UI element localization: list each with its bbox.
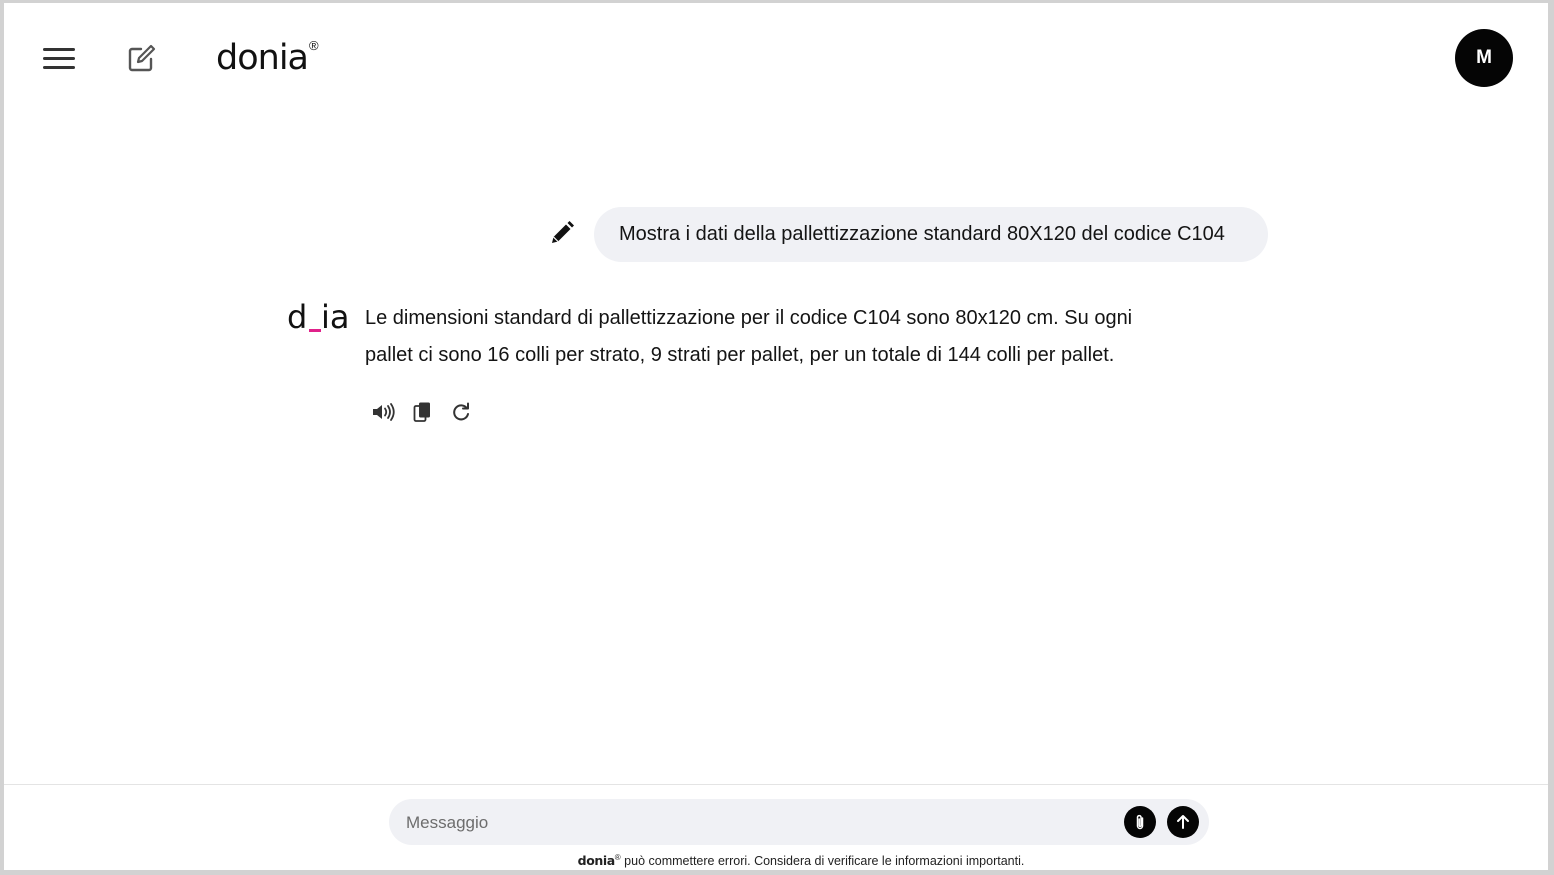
hamburger-icon <box>43 48 75 69</box>
compose-icon <box>128 44 156 72</box>
footer-divider <box>4 784 1548 785</box>
new-chat-button[interactable] <box>125 41 159 75</box>
footer-disclaimer: donia® può commettere errori. Considera … <box>4 853 1548 868</box>
message-composer <box>389 799 1209 847</box>
send-arrow-icon <box>1177 815 1189 829</box>
copy-icon <box>413 402 430 422</box>
menu-button[interactable] <box>42 45 76 73</box>
copy-button[interactable] <box>410 399 436 425</box>
send-button[interactable] <box>1167 806 1199 838</box>
message-input[interactable] <box>404 799 1108 847</box>
read-aloud-button[interactable] <box>371 399 397 425</box>
assistant-logo-letters-ia: ia <box>321 299 350 335</box>
assistant-logo-underscore <box>309 329 321 332</box>
assistant-logo-letter-d: d <box>287 299 307 335</box>
edit-message-button[interactable] <box>549 220 575 246</box>
footer-brand: donia <box>577 853 616 868</box>
attach-button[interactable] <box>1124 806 1156 838</box>
logo-registered-mark: ® <box>309 38 319 53</box>
paperclip-icon <box>1136 814 1144 830</box>
app-logo: donia ® <box>216 36 319 80</box>
speaker-icon <box>373 403 395 421</box>
regenerate-icon <box>453 402 469 421</box>
app-window: donia ® M Mostra i dati della pallettizz… <box>4 3 1548 870</box>
disclaimer-text: può commettere errori. Considera di veri… <box>620 854 1025 868</box>
assistant-message-text: Le dimensioni standard di pallettizzazio… <box>365 307 1133 366</box>
user-message-text: Mostra i dati della pallettizzazione sta… <box>619 223 1225 245</box>
logo-text: donia <box>216 38 309 78</box>
avatar-initial: M <box>1476 47 1492 68</box>
regenerate-button[interactable] <box>448 399 474 425</box>
user-message-bubble: Mostra i dati della pallettizzazione sta… <box>594 207 1268 262</box>
assistant-logo: d ia <box>287 299 350 335</box>
user-avatar[interactable]: M <box>1455 29 1513 87</box>
pencil-icon <box>552 221 574 243</box>
